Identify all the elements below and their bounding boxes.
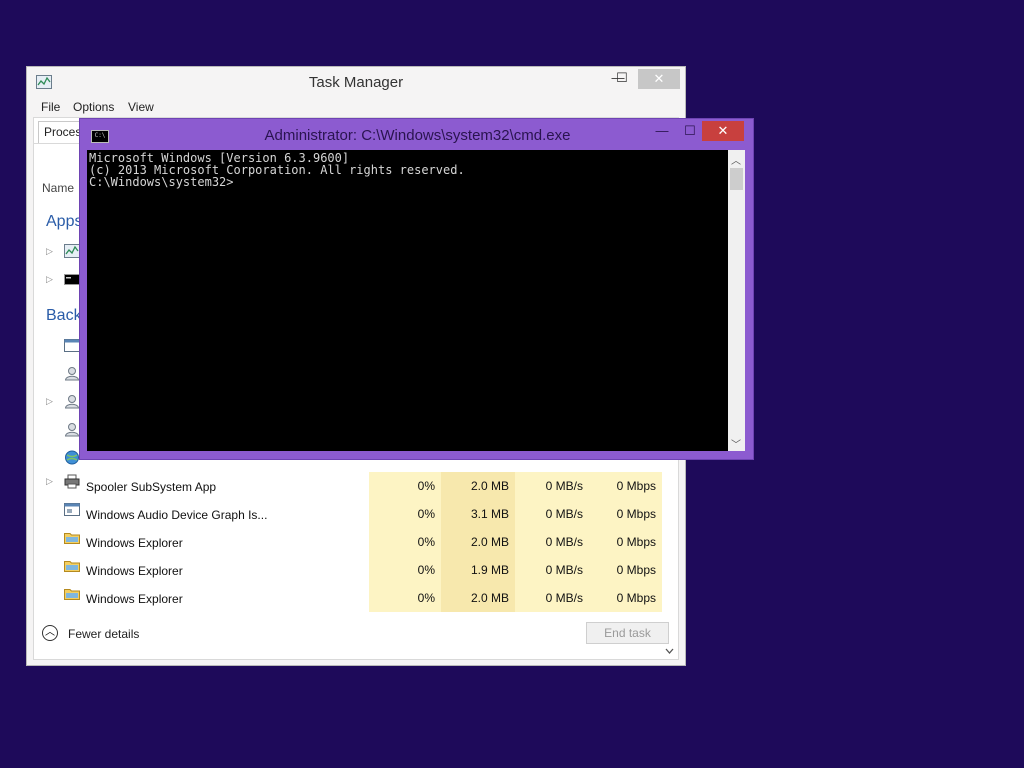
menu-options[interactable]: Options xyxy=(73,100,114,114)
task-manager-app-icon xyxy=(64,244,80,258)
globe-icon xyxy=(65,450,79,465)
disk-cell: 0 MB/s xyxy=(515,556,589,584)
task-manager-title: Task Manager xyxy=(308,74,404,91)
cpu-cell: 0% xyxy=(369,556,441,584)
cmd-minimize-button[interactable]: — xyxy=(652,121,672,141)
section-background-heading: Back xyxy=(46,307,82,324)
close-button[interactable]: ✕ xyxy=(638,69,680,89)
menu-file[interactable]: File xyxy=(41,100,60,114)
network-cell: 0 Mbps xyxy=(589,556,662,584)
network-cell: 0 Mbps xyxy=(589,528,662,556)
process-name: Windows Explorer xyxy=(86,536,183,550)
user-service-icon xyxy=(64,367,80,381)
end-task-button[interactable]: End task xyxy=(586,622,669,644)
memory-cell: 2.0 MB xyxy=(441,528,515,556)
scrollbar-thumb[interactable] xyxy=(730,168,743,190)
menu-bar: File Options View xyxy=(27,97,685,117)
folder-icon xyxy=(64,533,80,544)
user-service-icon xyxy=(64,423,80,437)
disk-cell: 0 MB/s xyxy=(515,472,589,500)
console-prompt: C:\Windows\system32> xyxy=(89,175,234,189)
folder-icon xyxy=(64,561,80,572)
disk-cell: 0 MB/s xyxy=(515,528,589,556)
process-name: Windows Explorer xyxy=(86,592,183,606)
cmd-app-icon xyxy=(64,274,80,285)
column-header-name[interactable]: Name xyxy=(42,181,74,195)
table-row[interactable]: Windows Audio Device Graph Is... 0% 3.1 … xyxy=(34,500,668,528)
window-icon xyxy=(64,503,80,516)
cpu-cell: 0% xyxy=(369,472,441,500)
folder-icon xyxy=(64,589,80,600)
task-manager-titlebar[interactable]: Task Manager — ☐ ✕ xyxy=(27,67,685,97)
network-cell: 0 Mbps xyxy=(589,500,662,528)
table-row[interactable]: Windows Explorer 0% 2.0 MB 0 MB/s 0 Mbps xyxy=(34,584,668,612)
console-output[interactable]: Microsoft Windows [Version 6.3.9600] (c)… xyxy=(87,150,728,451)
collapse-chevron-icon[interactable]: ︿ xyxy=(42,625,58,641)
memory-cell: 1.9 MB xyxy=(441,556,515,584)
scroll-up-arrow-icon[interactable]: ︿ xyxy=(731,152,741,167)
table-row[interactable]: Windows Explorer 0% 2.0 MB 0 MB/s 0 Mbps xyxy=(34,528,668,556)
process-name: Windows Explorer xyxy=(86,564,183,578)
cpu-cell: 0% xyxy=(369,500,441,528)
memory-cell: 2.0 MB xyxy=(441,472,515,500)
tab-processes[interactable]: Proces xyxy=(38,121,84,143)
disk-cell: 0 MB/s xyxy=(515,584,589,612)
expand-chevron-icon[interactable]: ▷ xyxy=(46,246,53,257)
network-cell: 0 Mbps xyxy=(589,584,662,612)
network-cell: 0 Mbps xyxy=(589,472,662,500)
window-icon xyxy=(64,339,80,352)
user-service-icon xyxy=(64,395,80,409)
cmd-maximize-button[interactable]: ☐ xyxy=(680,121,700,141)
table-row[interactable]: ▷ Spooler SubSystem App 0% 2.0 MB 0 MB/s… xyxy=(34,472,668,500)
menu-view[interactable]: View xyxy=(128,100,154,114)
cpu-cell: 0% xyxy=(369,528,441,556)
expand-chevron-icon[interactable]: ▷ xyxy=(46,274,53,285)
maximize-button[interactable]: ☐ xyxy=(610,68,634,88)
fewer-details-link[interactable]: Fewer details xyxy=(68,627,139,641)
console-scrollbar[interactable]: ︿ ﹀ xyxy=(728,150,745,451)
expand-chevron-icon[interactable]: ▷ xyxy=(46,476,53,487)
cmd-close-button[interactable]: ✕ xyxy=(702,121,744,141)
section-apps-heading: Apps xyxy=(46,213,83,230)
table-row[interactable]: Windows Explorer 0% 1.9 MB 0 MB/s 0 Mbps xyxy=(34,556,668,584)
process-name: Windows Audio Device Graph Is... xyxy=(86,508,268,522)
process-name: Spooler SubSystem App xyxy=(86,480,217,494)
scroll-down-arrow-icon[interactable]: ﹀ xyxy=(731,436,741,451)
expand-chevron-icon[interactable]: ▷ xyxy=(46,396,53,407)
disk-cell: 0 MB/s xyxy=(515,500,589,528)
cmd-window: C:\ Administrator: C:\Windows\system32\c… xyxy=(79,118,754,460)
memory-cell: 2.0 MB xyxy=(441,584,515,612)
printer-icon xyxy=(64,474,80,489)
bottom-bar: ︿ Fewer details End task xyxy=(27,613,685,665)
memory-cell: 3.1 MB xyxy=(441,500,515,528)
cpu-cell: 0% xyxy=(369,584,441,612)
